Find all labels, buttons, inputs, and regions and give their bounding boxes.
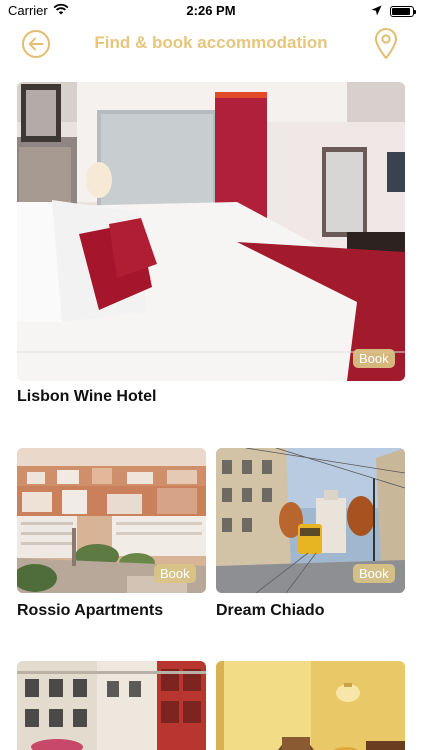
- nav-bar: Find & book accommodation: [0, 22, 422, 66]
- listing-title[interactable]: Dream Chiado: [216, 602, 324, 620]
- listing-card-dream-chiado[interactable]: Book Dream Chiado: [216, 448, 405, 628]
- book-button[interactable]: Book: [353, 564, 395, 583]
- status-bar: Carrier 2:26 PM: [0, 0, 422, 22]
- page-title: Find & book accommodation: [94, 33, 328, 52]
- map-button[interactable]: [374, 28, 398, 60]
- battery-fill: [392, 8, 410, 15]
- location-arrow-icon: [371, 4, 382, 19]
- listing-photo[interactable]: [216, 661, 405, 750]
- status-right: [371, 4, 416, 19]
- listing-title[interactable]: Rossio Apartments: [17, 602, 163, 620]
- listing-card-rossio-apartments[interactable]: Book Rossio Apartments: [17, 448, 206, 628]
- listing-title[interactable]: Lisbon Wine Hotel: [17, 388, 156, 406]
- listing-photo[interactable]: [17, 82, 405, 381]
- listing-photo[interactable]: [17, 661, 206, 750]
- status-time: 2:26 PM: [186, 3, 236, 18]
- listing-card-lisbon-wine-hotel[interactable]: Book Lisbon Wine Hotel: [17, 82, 405, 422]
- book-button[interactable]: Book: [353, 349, 395, 368]
- map-pin-icon: [375, 28, 397, 59]
- battery-icon: [390, 6, 416, 17]
- listing-card[interactable]: [216, 661, 405, 750]
- book-button[interactable]: Book: [154, 564, 196, 583]
- listing-card[interactable]: [17, 661, 206, 750]
